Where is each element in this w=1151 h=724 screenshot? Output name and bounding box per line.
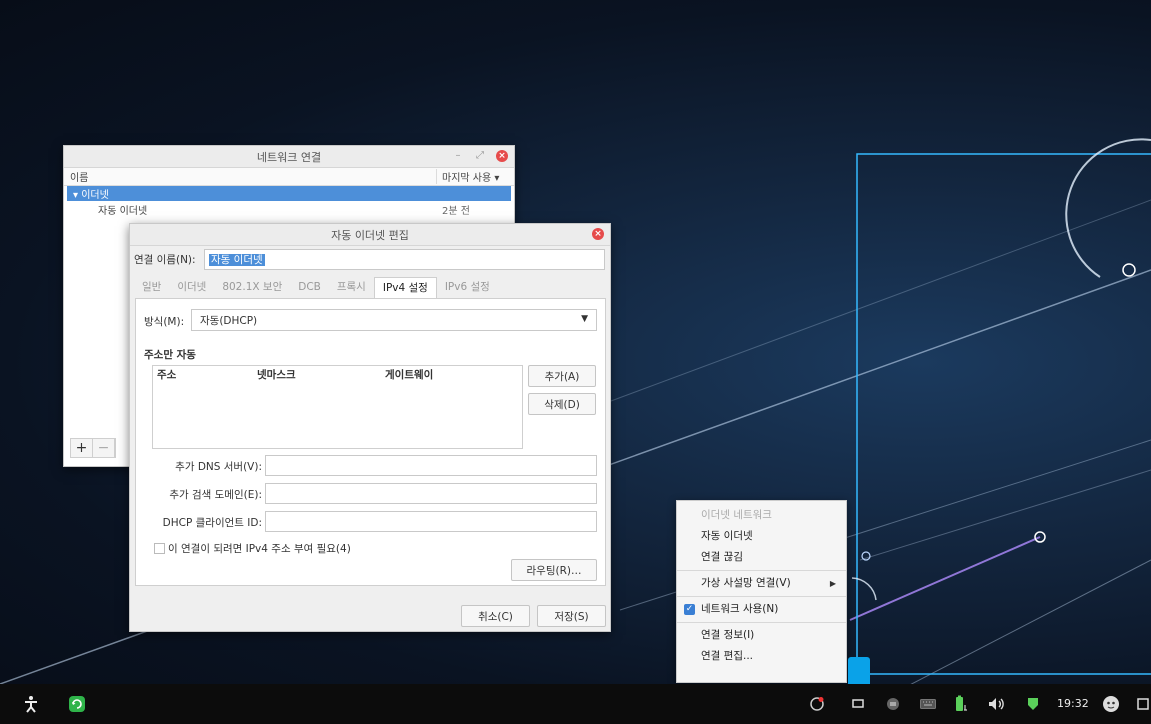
- column-header-name[interactable]: 이름: [64, 169, 436, 184]
- remove-connection-button[interactable]: −: [93, 439, 115, 457]
- add-address-button[interactable]: 추가(A): [528, 365, 596, 387]
- connection-name-label: 연결 이름(N):: [134, 254, 196, 266]
- column-header-gateway[interactable]: 게이트웨이: [385, 366, 515, 384]
- require-ipv4-label: 이 연결이 되려면 IPv4 주소 부여 필요(4): [168, 543, 351, 555]
- connection-name: 자동 이더넷: [98, 206, 148, 217]
- routes-button[interactable]: 라우팅(R)…: [511, 559, 597, 581]
- window-title: 자동 이더넷 편집: [331, 228, 409, 242]
- menu-separator: [677, 622, 846, 623]
- mail-icon[interactable]: [883, 684, 903, 724]
- tab-bar: 일반 이더넷 802.1X 보안 DCB 프록시 IPv4 설정 IPv6 설정: [134, 277, 498, 298]
- search-domains-label: 추가 검색 도메인(E):: [169, 489, 262, 501]
- window-title: 네트워크 연결: [256, 150, 322, 164]
- dns-servers-label: 추가 DNS 서버(V):: [175, 461, 262, 473]
- addresses-heading: 주소만 자동: [144, 349, 196, 361]
- addresses-table[interactable]: 주소 넷마스크 게이트웨이: [152, 365, 523, 449]
- accessibility-icon[interactable]: [18, 684, 44, 724]
- connection-last-used: 2분 전: [442, 206, 470, 217]
- list-toolbar: + −: [70, 438, 116, 458]
- battery-icon[interactable]: [950, 684, 972, 724]
- menu-item-enable-networking[interactable]: ✓ 네트워크 사용(N): [677, 599, 846, 620]
- close-icon[interactable]: ×: [496, 150, 508, 162]
- menu-item-disconnect[interactable]: 연결 끊김: [677, 547, 846, 568]
- titlebar[interactable]: 자동 이더넷 편집 ×: [130, 224, 610, 246]
- method-value: 자동(DHCP): [200, 314, 258, 327]
- method-dropdown[interactable]: 자동(DHCP) ▼: [191, 309, 597, 331]
- menu-header-ethernet-networks: 이더넷 네트워크: [701, 509, 772, 521]
- delete-address-button[interactable]: 삭제(D): [528, 393, 596, 415]
- cancel-button[interactable]: 취소(C): [461, 605, 530, 627]
- tab-proxy[interactable]: 프록시: [329, 277, 374, 298]
- chevron-down-icon: ▼: [581, 314, 588, 324]
- shield-icon[interactable]: [1022, 684, 1044, 724]
- chevron-right-icon: ▶: [829, 579, 836, 588]
- dns-servers-input[interactable]: [265, 455, 597, 476]
- method-label: 방식(M):: [144, 316, 185, 328]
- connection-list-header: 이름 마지막 사용 ▾: [64, 168, 514, 186]
- require-ipv4-checkbox[interactable]: [154, 543, 165, 554]
- update-manager-icon[interactable]: [64, 684, 90, 724]
- column-header-last-used[interactable]: 마지막 사용 ▾: [436, 169, 514, 184]
- tab-ipv6-settings[interactable]: IPv6 설정: [437, 277, 498, 298]
- tab-general[interactable]: 일반: [134, 277, 169, 298]
- close-icon[interactable]: ×: [592, 228, 604, 240]
- network-tray-menu: 이더넷 네트워크 자동 이더넷 연결 끊김 가상 사설망 연결(V) ▶ ✓ 네…: [676, 500, 847, 683]
- column-header-address[interactable]: 주소: [153, 366, 257, 384]
- dhcp-client-id-label: DHCP 클라이언트 ID:: [162, 517, 262, 529]
- dhcp-client-id-input[interactable]: [265, 511, 597, 532]
- addresses-table-header: 주소 넷마스크 게이트웨이: [153, 366, 522, 384]
- tab-8021x-security[interactable]: 802.1X 보안: [214, 277, 290, 298]
- add-connection-button[interactable]: +: [71, 439, 93, 457]
- sync-icon[interactable]: [806, 684, 828, 724]
- edit-connection-window: 자동 이더넷 편집 × 연결 이름(N): 자동 이더넷 일반 이더넷 802.…: [129, 223, 611, 632]
- ipv4-settings-panel: 방식(M): 자동(DHCP) ▼ 주소만 자동 주소 넷마스크 게이트웨이 추…: [135, 298, 606, 586]
- menu-item-auto-ethernet[interactable]: 자동 이더넷: [677, 526, 846, 547]
- menu-item-edit-connections[interactable]: 연결 편집...: [677, 646, 846, 667]
- group-label: ▾ 이더넷: [73, 190, 109, 201]
- titlebar[interactable]: 네트워크 연결 – ⤢ ×: [64, 146, 514, 168]
- volume-icon[interactable]: [986, 684, 1008, 724]
- tab-dcb[interactable]: DCB: [290, 277, 329, 298]
- menu-item-connection-info[interactable]: 연결 정보(I): [677, 625, 846, 646]
- connection-name-input[interactable]: 자동 이더넷: [204, 249, 605, 270]
- show-desktop-icon[interactable]: [1134, 684, 1151, 724]
- display-icon[interactable]: [848, 684, 868, 724]
- clock[interactable]: 19:32: [1057, 684, 1089, 724]
- save-button[interactable]: 저장(S): [537, 605, 606, 627]
- menu-item-vpn-label: 가상 사설망 연결(V): [701, 577, 791, 589]
- group-row-ethernet[interactable]: ▾ 이더넷: [67, 186, 511, 201]
- require-ipv4-checkbox-row[interactable]: 이 연결이 되려면 IPv4 주소 부여 필요(4): [154, 541, 351, 556]
- tab-ipv4-settings[interactable]: IPv4 설정: [373, 277, 437, 298]
- menu-separator: [677, 596, 846, 597]
- column-header-netmask[interactable]: 넷마스크: [257, 366, 385, 384]
- tab-ethernet[interactable]: 이더넷: [169, 277, 214, 298]
- maximize-icon[interactable]: ⤢: [474, 150, 486, 162]
- user-avatar-icon[interactable]: [1100, 684, 1122, 724]
- keyboard-icon[interactable]: [917, 684, 939, 724]
- menu-separator: [677, 570, 846, 571]
- checkmark-icon: ✓: [684, 604, 695, 615]
- list-item[interactable]: 자동 이더넷 2분 전: [64, 201, 514, 218]
- menu-item-vpn-connections[interactable]: 가상 사설망 연결(V) ▶: [677, 573, 846, 594]
- network-tray-highlight: [848, 657, 870, 684]
- search-domains-input[interactable]: [265, 483, 597, 504]
- connection-name-value: 자동 이더넷: [209, 254, 265, 266]
- taskbar: 19:32: [0, 684, 1151, 724]
- minimize-icon[interactable]: –: [452, 150, 464, 162]
- menu-item-enable-networking-label: 네트워크 사용(N): [701, 603, 779, 615]
